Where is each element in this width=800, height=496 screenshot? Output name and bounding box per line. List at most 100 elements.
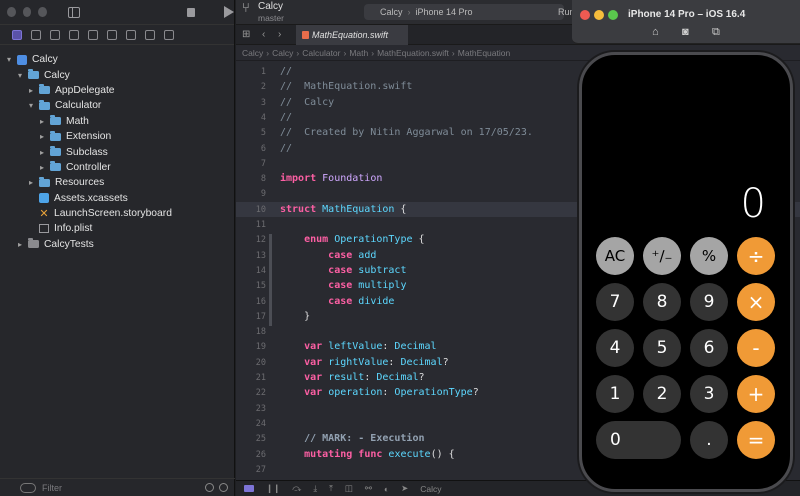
line-number: 14 bbox=[255, 265, 266, 276]
chevron-right-icon[interactable]: ▸ bbox=[38, 163, 46, 172]
grid-icon[interactable]: ⊞ bbox=[242, 29, 250, 40]
calc-key[interactable]: 9 bbox=[690, 283, 728, 321]
source-control-tab-icon[interactable] bbox=[31, 29, 41, 40]
debug-area-toggle-icon[interactable] bbox=[244, 485, 254, 492]
tree-item[interactable]: Assets.xcassets bbox=[0, 191, 234, 206]
sim-close-icon[interactable] bbox=[580, 10, 590, 20]
report-tab-icon[interactable] bbox=[164, 29, 174, 40]
memory-graph-icon[interactable]: ⚯ bbox=[365, 483, 372, 494]
code-line: // Calcy bbox=[280, 96, 335, 108]
calc-key[interactable]: × bbox=[737, 283, 775, 321]
calc-key[interactable]: 1 bbox=[596, 375, 634, 413]
breadcrumb-item[interactable]: Calculator bbox=[302, 48, 340, 58]
code-line: case add bbox=[328, 249, 377, 261]
close-window-icon[interactable] bbox=[7, 7, 16, 17]
tree-item[interactable]: ✕ LaunchScreen.storyboard bbox=[0, 206, 234, 221]
line-number: 8 bbox=[260, 174, 266, 185]
sim-minimize-icon[interactable] bbox=[594, 10, 604, 20]
filter-options-icon[interactable] bbox=[20, 482, 36, 493]
tree-item[interactable]: ▾ Calcy bbox=[0, 52, 234, 67]
breadcrumb-item[interactable]: MathEquation.swift bbox=[377, 48, 449, 58]
calc-key[interactable]: 4 bbox=[596, 329, 634, 367]
project-navigator-tab-icon[interactable] bbox=[12, 29, 22, 40]
run-icon[interactable] bbox=[224, 6, 234, 18]
code-line: struct MathEquation { bbox=[280, 203, 407, 215]
chevron-right-icon[interactable]: ▸ bbox=[38, 117, 46, 126]
chevron-down-icon[interactable]: ▾ bbox=[5, 55, 13, 64]
tree-item[interactable]: ▸ Math bbox=[0, 114, 234, 129]
test-tab-icon[interactable] bbox=[107, 29, 117, 40]
filter-input[interactable]: Filter bbox=[42, 483, 62, 493]
forward-icon[interactable]: › bbox=[278, 29, 281, 40]
stop-icon[interactable] bbox=[187, 7, 195, 17]
find-tab-icon[interactable] bbox=[69, 29, 79, 40]
calc-key[interactable]: 0 bbox=[596, 421, 681, 459]
rotate-icon[interactable]: ⧉ bbox=[712, 26, 720, 39]
calc-key[interactable]: 5 bbox=[643, 329, 681, 367]
tree-item[interactable]: ▸ AppDelegate bbox=[0, 83, 234, 98]
tab-label: MathEquation.swift bbox=[312, 30, 389, 40]
breakpoint-tab-icon[interactable] bbox=[145, 29, 155, 40]
step-into-icon[interactable]: ⤓ bbox=[313, 483, 317, 494]
chevron-right-icon[interactable]: ▸ bbox=[38, 148, 46, 157]
calc-key[interactable]: 6 bbox=[690, 329, 728, 367]
zoom-window-icon[interactable] bbox=[38, 7, 47, 17]
chevron-down-icon[interactable]: ▾ bbox=[27, 101, 35, 110]
tree-item[interactable]: ▾ Calcy bbox=[0, 67, 234, 82]
tree-item[interactable]: ▸ Controller bbox=[0, 160, 234, 175]
scheme-device: iPhone 14 Pro bbox=[415, 7, 473, 17]
calc-key[interactable]: . bbox=[690, 421, 728, 459]
calc-key[interactable]: ⁺∕₋ bbox=[643, 237, 681, 275]
minimize-window-icon[interactable] bbox=[22, 7, 32, 17]
tree-item[interactable]: ▸ Extension bbox=[0, 129, 234, 144]
recent-files-icon[interactable] bbox=[205, 483, 214, 492]
step-over-icon[interactable]: ⤼ bbox=[292, 483, 301, 494]
home-icon[interactable]: ⌂ bbox=[652, 26, 659, 38]
sim-zoom-icon[interactable] bbox=[608, 10, 618, 20]
back-icon[interactable]: ‹ bbox=[262, 29, 265, 40]
tree-item[interactable]: ▾ Calculator bbox=[0, 98, 234, 113]
calc-key[interactable]: 8 bbox=[643, 283, 681, 321]
calc-key[interactable]: % bbox=[690, 237, 728, 275]
breadcrumb-item[interactable]: MathEquation bbox=[458, 48, 510, 58]
tree-item[interactable]: Info.plist bbox=[0, 221, 234, 236]
breadcrumb-item[interactable]: Calcy bbox=[242, 48, 263, 58]
scheme-selector[interactable]: Calcy › iPhone 14 Pro bbox=[364, 4, 564, 20]
add-icon[interactable] bbox=[219, 483, 228, 492]
calc-key[interactable]: 3 bbox=[690, 375, 728, 413]
view-hierarchy-icon[interactable]: ◫ bbox=[345, 483, 353, 494]
sidebar-toggle-icon[interactable] bbox=[67, 6, 81, 18]
breadcrumb-item[interactable]: Calcy bbox=[272, 48, 293, 58]
calc-key[interactable]: = bbox=[737, 421, 775, 459]
pause-icon[interactable]: ❙❙ bbox=[266, 483, 280, 494]
debug-tab-icon[interactable] bbox=[126, 29, 136, 40]
calc-key[interactable]: 7 bbox=[596, 283, 634, 321]
chevron-right-icon[interactable]: ▸ bbox=[27, 86, 35, 95]
screenshot-icon[interactable]: ◙ bbox=[682, 26, 689, 38]
code-line: var leftValue: Decimal bbox=[304, 341, 437, 353]
chevron-right-icon[interactable]: ▸ bbox=[27, 178, 35, 187]
breadcrumb-item[interactable]: Math bbox=[349, 48, 368, 58]
chevron-right-icon[interactable]: ▸ bbox=[16, 240, 24, 249]
issue-tab-icon[interactable] bbox=[88, 29, 98, 40]
tree-item[interactable]: ▸ CalcyTests bbox=[0, 237, 234, 252]
chevron-right-icon[interactable]: ▸ bbox=[38, 132, 46, 141]
step-out-icon[interactable]: ⤒ bbox=[329, 483, 333, 494]
chevron-down-icon[interactable]: ▾ bbox=[16, 71, 24, 80]
calc-key[interactable]: + bbox=[737, 375, 775, 413]
line-number: 18 bbox=[255, 327, 266, 338]
calc-key[interactable]: ÷ bbox=[737, 237, 775, 275]
breadcrumb-separator-icon: › bbox=[371, 47, 375, 58]
project-navigator: ▾ Calcy ▾ Calcy ▸ AppDelegate ▾ Calculator ▸ Math… bbox=[0, 0, 235, 496]
tree-item-label: Calcy bbox=[32, 54, 58, 66]
tab-mathequation[interactable]: MathEquation.swift bbox=[296, 25, 408, 45]
calc-key[interactable]: AC bbox=[596, 237, 634, 275]
symbol-tab-icon[interactable] bbox=[50, 29, 60, 40]
environment-icon[interactable]: ◐ bbox=[384, 484, 389, 494]
tree-item[interactable]: ▸ Subclass bbox=[0, 144, 234, 159]
location-icon[interactable]: ➤ bbox=[401, 483, 408, 494]
tree-item-label: AppDelegate bbox=[55, 84, 115, 96]
tree-item[interactable]: ▸ Resources bbox=[0, 175, 234, 190]
calc-key[interactable]: 2 bbox=[643, 375, 681, 413]
calc-key[interactable]: - bbox=[737, 329, 775, 367]
